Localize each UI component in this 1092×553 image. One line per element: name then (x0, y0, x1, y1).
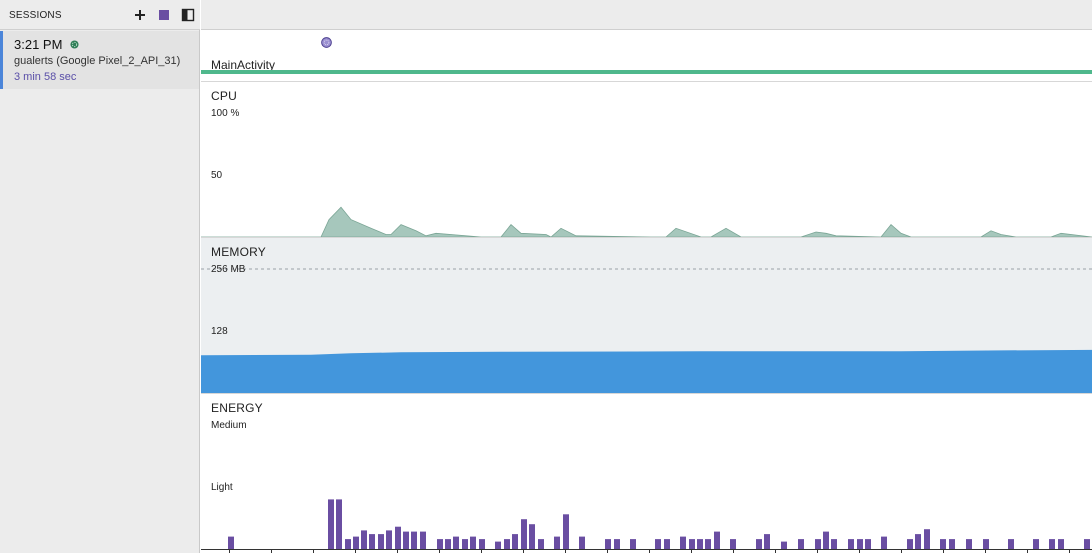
energy-bar (495, 541, 501, 549)
session-item[interactable]: 3:21 PM gualerts (Google Pixel_2_API_31)… (0, 31, 199, 89)
energy-bar (823, 531, 829, 549)
energy-bar (353, 536, 359, 549)
touch-event-icon[interactable] (321, 37, 332, 48)
energy-bar (1049, 539, 1055, 549)
energy-bar (831, 539, 837, 549)
energy-bar (680, 536, 686, 549)
memory-chart[interactable] (201, 238, 1092, 394)
energy-bar (512, 534, 518, 549)
energy-bar (538, 539, 544, 549)
energy-bar (504, 539, 510, 549)
energy-lane[interactable]: ENERGY Medium Light (201, 393, 1092, 553)
memory-lane[interactable]: MEMORY 256 MB 128 (201, 237, 1092, 393)
energy-bar (983, 539, 989, 549)
sessions-panel: SESSIONS 3:21 PM gualerts (Google Pixel_… (0, 0, 200, 553)
memory-title: MEMORY (211, 245, 266, 259)
energy-bar (1058, 539, 1064, 549)
energy-axis-label-top: Medium (211, 420, 247, 431)
cpu-lane[interactable]: CPU 100 % 50 (201, 81, 1092, 238)
energy-bar (437, 539, 443, 549)
energy-bar (697, 539, 703, 549)
energy-title: ENERGY (211, 401, 263, 415)
energy-bar (554, 536, 560, 549)
energy-bar (453, 536, 459, 549)
plus-icon[interactable] (133, 8, 147, 22)
energy-bar (764, 534, 770, 549)
energy-bar (705, 539, 711, 549)
energy-chart[interactable] (201, 394, 1092, 553)
energy-bar (730, 539, 736, 549)
energy-bar (328, 499, 334, 549)
energy-bar (563, 514, 569, 549)
energy-bar (605, 539, 611, 549)
memory-usage-area (201, 349, 1092, 393)
energy-bar (664, 539, 670, 549)
energy-bar (420, 531, 426, 549)
energy-bar (781, 541, 787, 549)
energy-bar (940, 539, 946, 549)
panel-toggle-icon[interactable] (181, 8, 195, 22)
energy-bar (470, 536, 476, 549)
energy-bar (336, 499, 342, 549)
energy-bar (369, 534, 375, 549)
energy-bar (924, 529, 930, 549)
energy-bar (579, 536, 585, 549)
energy-bar (949, 539, 955, 549)
memory-axis-label-mid: 128 (211, 326, 228, 337)
energy-bar (966, 539, 972, 549)
sessions-header: SESSIONS (0, 0, 200, 30)
live-indicator-icon (70, 40, 79, 49)
energy-bar (915, 534, 921, 549)
energy-bar (386, 530, 392, 549)
energy-bar (345, 539, 351, 549)
energy-bar (614, 539, 620, 549)
energy-bar (756, 539, 762, 549)
energy-bar (228, 536, 234, 549)
energy-bar (521, 519, 527, 549)
energy-bar (848, 539, 854, 549)
cpu-usage-area (201, 206, 1092, 238)
energy-bar (655, 539, 661, 549)
energy-bar (395, 526, 401, 549)
cpu-axis-label-top: 100 % (211, 108, 240, 119)
energy-bar (462, 539, 468, 549)
cpu-title: CPU (211, 89, 237, 103)
energy-bar (378, 534, 384, 549)
energy-axis-label-mid: Light (211, 482, 233, 493)
energy-bar (1084, 539, 1090, 549)
energy-bar (881, 536, 887, 549)
cpu-axis-label-mid: 50 (211, 170, 223, 181)
sessions-title: SESSIONS (9, 10, 62, 21)
energy-bar (479, 539, 485, 549)
energy-bar (630, 539, 636, 549)
energy-bar (1008, 539, 1014, 549)
energy-bar (529, 524, 535, 549)
profiler-timeline: MainActivity CPU 100 % 50 MEMORY 256 MB … (201, 0, 1092, 553)
memory-axis-label-top: 256 MB (211, 264, 246, 275)
energy-bar (445, 539, 451, 549)
energy-bar (865, 539, 871, 549)
energy-bar (403, 531, 409, 549)
energy-bar (361, 530, 367, 549)
timeline-toolbar (201, 0, 1092, 30)
stop-square-icon[interactable] (157, 8, 171, 22)
activity-bar[interactable] (201, 70, 1092, 74)
event-lane: MainActivity (201, 31, 1092, 80)
energy-bar (689, 539, 695, 549)
session-duration: 3 min 58 sec (14, 71, 77, 83)
session-time: 3:21 PM (14, 37, 63, 52)
energy-bar (815, 539, 821, 549)
cpu-chart[interactable] (201, 82, 1092, 238)
energy-bar (857, 539, 863, 549)
energy-bar (1033, 539, 1039, 549)
energy-bar (411, 531, 417, 549)
energy-bar (714, 531, 720, 549)
energy-bar (798, 539, 804, 549)
session-device: gualerts (Google Pixel_2_API_31) (14, 55, 181, 67)
energy-bar (907, 539, 913, 549)
